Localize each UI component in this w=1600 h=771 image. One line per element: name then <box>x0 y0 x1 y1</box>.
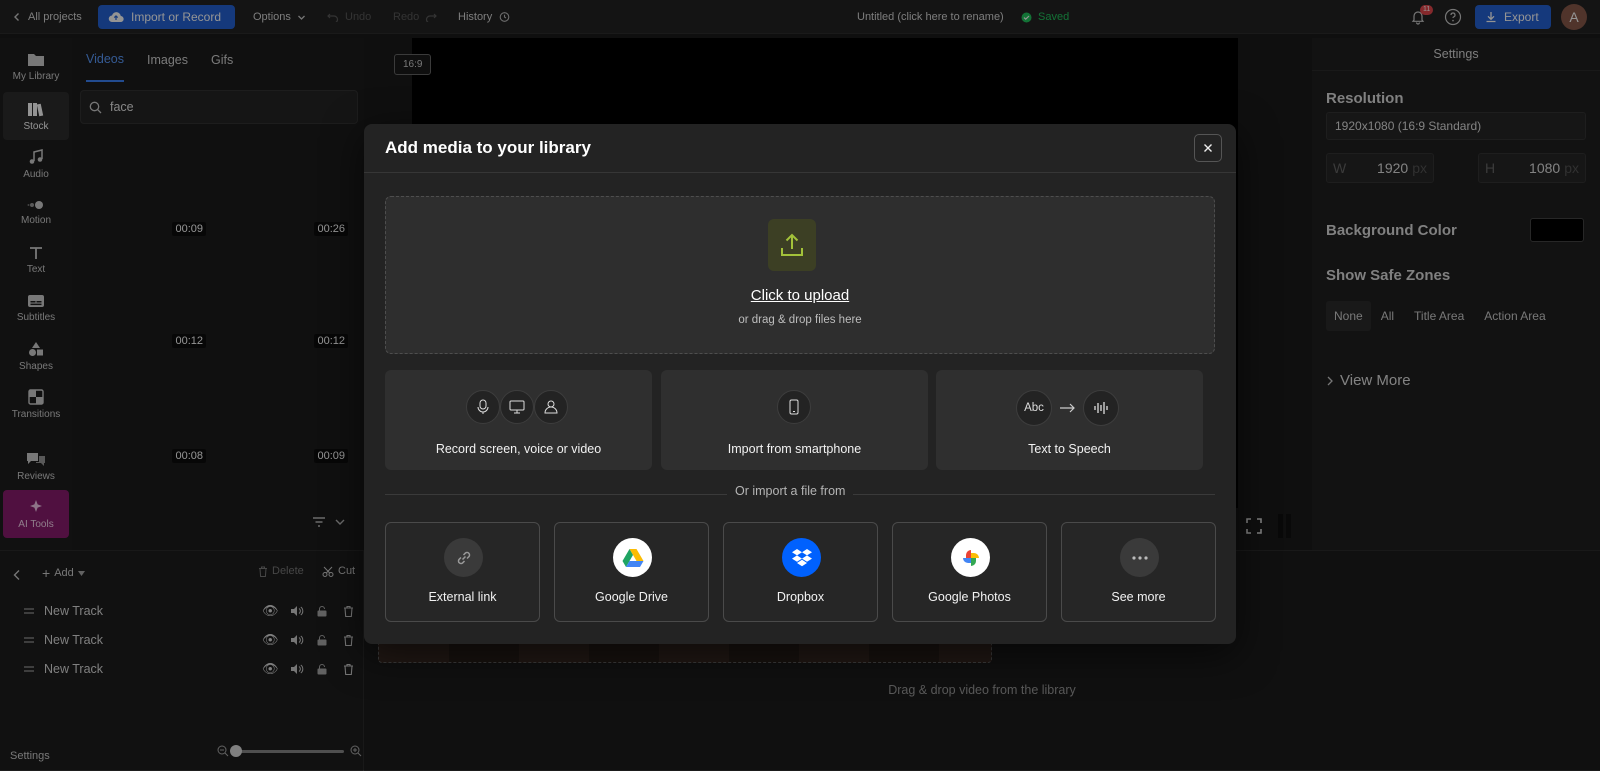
google-drive-icon <box>613 538 652 577</box>
click-to-upload-label: Click to upload <box>750 287 850 304</box>
dropbox-icon <box>782 538 821 577</box>
upload-icon-box <box>768 219 816 271</box>
see-more-option[interactable]: See more <box>1061 522 1216 622</box>
record-label: Record screen, voice or video <box>435 442 602 456</box>
upload-icon <box>781 233 803 256</box>
smartphone-label: Import from smartphone <box>727 442 862 456</box>
click-to-upload-link[interactable]: Click to upload <box>386 287 1214 304</box>
close-icon <box>1204 144 1212 152</box>
modal-divider <box>364 172 1236 173</box>
abc-icon: Abc <box>1016 390 1052 426</box>
external-link-option[interactable]: External link <box>385 522 540 622</box>
text-to-speech-option[interactable]: Abc Text to Speech <box>936 370 1203 470</box>
more-dots-icon <box>1120 538 1159 577</box>
add-media-modal: Add media to your library Click to uploa… <box>364 124 1236 644</box>
or-import-label: Or import a file from <box>727 484 854 498</box>
google-photos-label: Google Photos <box>928 590 1011 604</box>
monitor-icon <box>500 390 534 424</box>
abc-icon-text: Abc <box>1024 402 1044 414</box>
user-icon <box>534 390 568 424</box>
waveform-icon <box>1083 390 1119 426</box>
google-drive-label: Google Drive <box>595 590 668 604</box>
text-to-speech-label: Text to Speech <box>1028 442 1111 456</box>
smartphone-icon <box>777 390 811 424</box>
upload-dropzone[interactable]: Click to upload or drag & drop files her… <box>385 196 1215 354</box>
google-photos-icon <box>951 538 990 577</box>
close-button[interactable] <box>1194 134 1222 162</box>
dropbox-label: Dropbox <box>776 590 825 604</box>
drag-drop-text: or drag & drop files here <box>738 314 862 326</box>
record-option[interactable]: Record screen, voice or video <box>385 370 652 470</box>
microphone-icon <box>466 390 500 424</box>
google-photos-option[interactable]: Google Photos <box>892 522 1047 622</box>
modal-title: Add media to your library <box>385 138 591 157</box>
arrow-right-icon <box>1060 403 1075 413</box>
link-icon <box>444 538 483 577</box>
smartphone-option[interactable]: Import from smartphone <box>661 370 928 470</box>
dropbox-option[interactable]: Dropbox <box>723 522 878 622</box>
external-link-label: External link <box>428 590 497 604</box>
see-more-label: See more <box>1111 590 1166 604</box>
google-drive-option[interactable]: Google Drive <box>554 522 709 622</box>
